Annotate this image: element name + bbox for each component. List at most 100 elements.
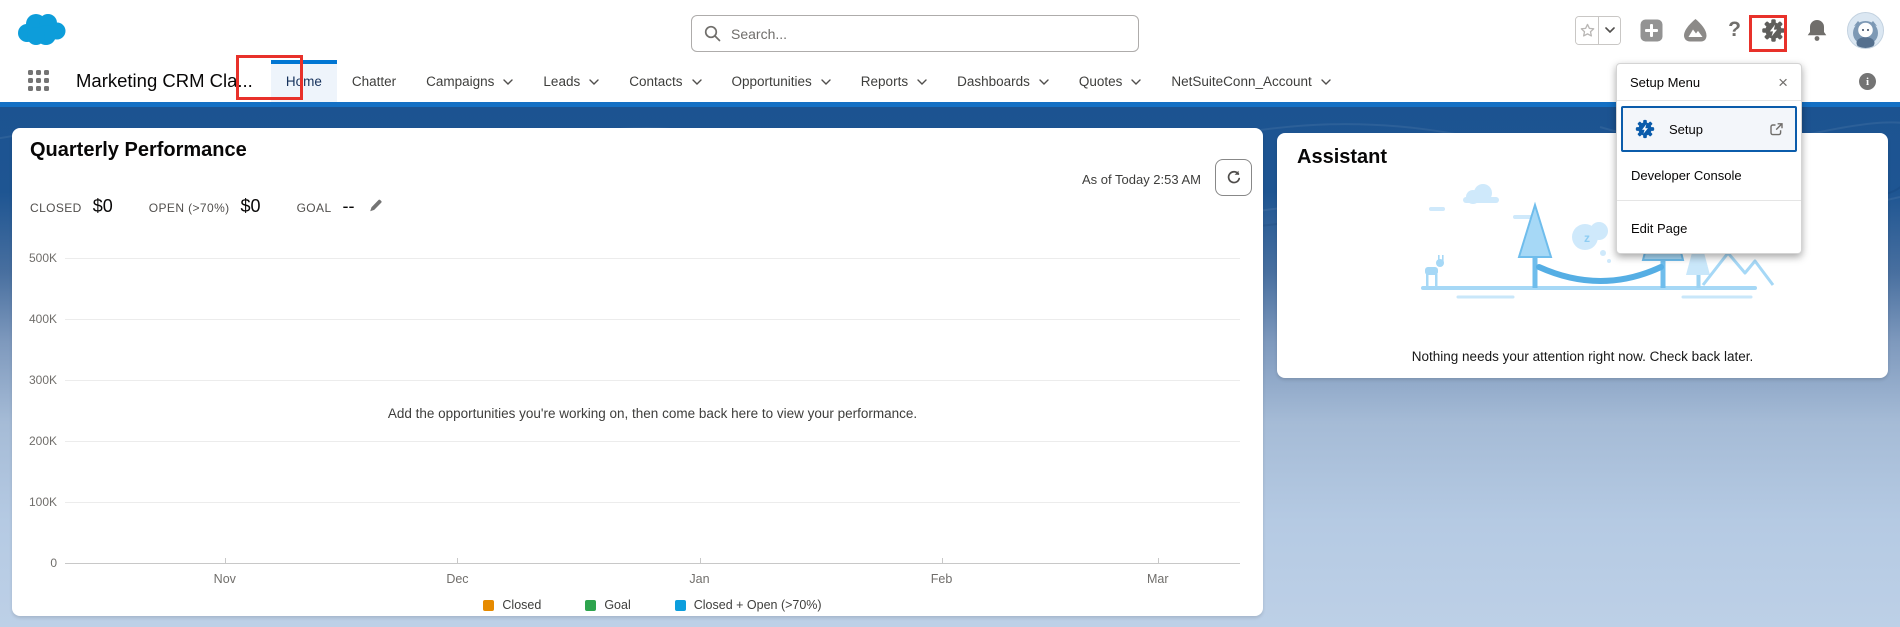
plus-icon	[1640, 19, 1663, 42]
tab-dashboards[interactable]: Dashboards	[942, 60, 1064, 102]
assistant-empty-message: Nothing needs your attention right now. …	[1277, 349, 1888, 364]
app-launcher-icon[interactable]	[28, 70, 50, 92]
nav-tabs: Home Chatter Campaigns Leads Contacts Op…	[271, 60, 1346, 102]
global-header: ?	[0, 0, 1900, 60]
stat-goal-value: --	[343, 196, 355, 217]
global-actions-button[interactable]	[1640, 19, 1663, 42]
tab-reports[interactable]: Reports	[846, 60, 942, 102]
stat-closed-label: CLOSED	[30, 201, 82, 215]
tab-leads[interactable]: Leads	[528, 60, 614, 102]
tab-quotes-label: Quotes	[1079, 74, 1123, 89]
trailhead-icon	[1682, 18, 1709, 43]
y-tick-label: 400K	[13, 312, 57, 326]
x-tick	[700, 558, 701, 563]
stat-closed: CLOSED $0	[30, 196, 113, 217]
chevron-down-icon	[589, 79, 599, 85]
edit-goal-button[interactable]	[368, 198, 383, 216]
legend-label-goal: Goal	[604, 598, 630, 612]
tab-contacts[interactable]: Contacts	[614, 60, 716, 102]
chevron-down-icon	[1605, 27, 1615, 33]
y-tick-label: 300K	[13, 373, 57, 387]
chevron-down-icon	[1321, 79, 1331, 85]
gridline	[65, 502, 1240, 503]
header-actions: ?	[1575, 0, 1884, 60]
x-tick-label: Dec	[446, 572, 468, 586]
pencil-icon	[368, 198, 383, 213]
stat-open-label: OPEN (>70%)	[149, 201, 230, 215]
chevron-down-icon	[1131, 79, 1141, 85]
legend-item-goal: Goal	[585, 598, 630, 612]
favorites-button-group	[1575, 16, 1621, 45]
app-name: Marketing CRM Cla...	[76, 70, 253, 92]
as-of-timestamp: As of Today 2:53 AM	[1082, 172, 1201, 187]
refresh-button[interactable]	[1215, 159, 1252, 196]
chevron-down-icon	[1039, 79, 1049, 85]
help-button[interactable]: ?	[1728, 18, 1741, 42]
svg-text:z: z	[1584, 231, 1590, 245]
salesforce-logo	[16, 11, 68, 49]
info-icon[interactable]: i	[1859, 73, 1876, 90]
tab-quotes[interactable]: Quotes	[1064, 60, 1157, 102]
x-tick	[942, 558, 943, 563]
guidance-center-button[interactable]	[1682, 18, 1709, 43]
chart-legend: Closed Goal Closed + Open (>70%)	[65, 598, 1240, 612]
gear-icon	[1634, 118, 1656, 140]
setup-menu-item-setup[interactable]: Setup	[1621, 106, 1797, 152]
performance-chart-plot: 500K 400K 300K 200K 100K 0 Add the oppor…	[65, 258, 1240, 563]
legend-label-closed-open: Closed + Open (>70%)	[694, 598, 822, 612]
search-input[interactable]	[731, 26, 1126, 42]
chevron-down-icon	[917, 79, 927, 85]
gear-icon	[1760, 17, 1787, 44]
tab-home-label: Home	[286, 74, 322, 89]
tab-chatter[interactable]: Chatter	[337, 60, 411, 102]
setup-menu-dropdown: Setup Menu × Setup Developer Console Edi…	[1616, 63, 1802, 254]
tab-contacts-label: Contacts	[629, 74, 682, 89]
setup-gear-button[interactable]	[1760, 17, 1787, 44]
close-icon[interactable]: ×	[1778, 74, 1788, 91]
tab-home[interactable]: Home	[271, 60, 337, 102]
app-navbar: Marketing CRM Cla... Home Chatter Campai…	[0, 60, 1900, 102]
y-tick-label: 200K	[13, 434, 57, 448]
y-tick-label: 0	[13, 556, 57, 570]
stat-closed-value: $0	[93, 196, 113, 217]
x-tick	[225, 558, 226, 563]
chevron-down-icon	[692, 79, 702, 85]
chart-empty-message: Add the opportunities you're working on,…	[65, 406, 1240, 421]
y-tick-label: 100K	[13, 495, 57, 509]
stat-goal: GOAL --	[297, 196, 383, 217]
tab-netsuiteconn-account[interactable]: NetSuiteConn_Account	[1156, 60, 1345, 102]
setup-menu-item-developer-console[interactable]: Developer Console	[1617, 158, 1801, 192]
quarterly-performance-card: Quarterly Performance As of Today 2:53 A…	[12, 128, 1263, 616]
tab-campaigns[interactable]: Campaigns	[411, 60, 528, 102]
tab-opportunities[interactable]: Opportunities	[717, 60, 846, 102]
tab-opportunities-label: Opportunities	[732, 74, 812, 89]
setup-menu-item-edit-page[interactable]: Edit Page	[1617, 211, 1801, 245]
assistant-title: Assistant	[1297, 146, 1387, 169]
tab-campaigns-label: Campaigns	[426, 74, 494, 89]
favorite-star-button[interactable]	[1576, 17, 1598, 44]
notifications-button[interactable]	[1806, 18, 1828, 42]
setup-item-label: Setup	[1669, 122, 1703, 137]
favorites-list-button[interactable]	[1598, 17, 1620, 44]
global-search	[691, 15, 1139, 52]
y-tick-label: 500K	[13, 251, 57, 265]
setup-menu-title: Setup Menu	[1630, 75, 1700, 90]
active-tab-indicator	[271, 60, 337, 64]
legend-item-closed: Closed	[483, 598, 541, 612]
performance-stats: CLOSED $0 OPEN (>70%) $0 GOAL --	[30, 196, 383, 217]
search-icon	[704, 25, 721, 42]
bell-icon	[1806, 18, 1828, 42]
x-tick-label: Jan	[689, 572, 709, 586]
gridline	[65, 258, 1240, 259]
tab-reports-label: Reports	[861, 74, 908, 89]
chevron-down-icon	[503, 79, 513, 85]
x-tick-label: Nov	[214, 572, 236, 586]
stat-open: OPEN (>70%) $0	[149, 196, 261, 217]
x-axis-line	[65, 563, 1240, 564]
user-avatar[interactable]	[1847, 12, 1884, 49]
tab-chatter-label: Chatter	[352, 74, 396, 89]
gridline	[65, 441, 1240, 442]
tab-netsuiteconn-account-label: NetSuiteConn_Account	[1171, 74, 1311, 89]
legend-swatch-closed-open	[675, 600, 686, 611]
stat-goal-label: GOAL	[297, 201, 332, 215]
